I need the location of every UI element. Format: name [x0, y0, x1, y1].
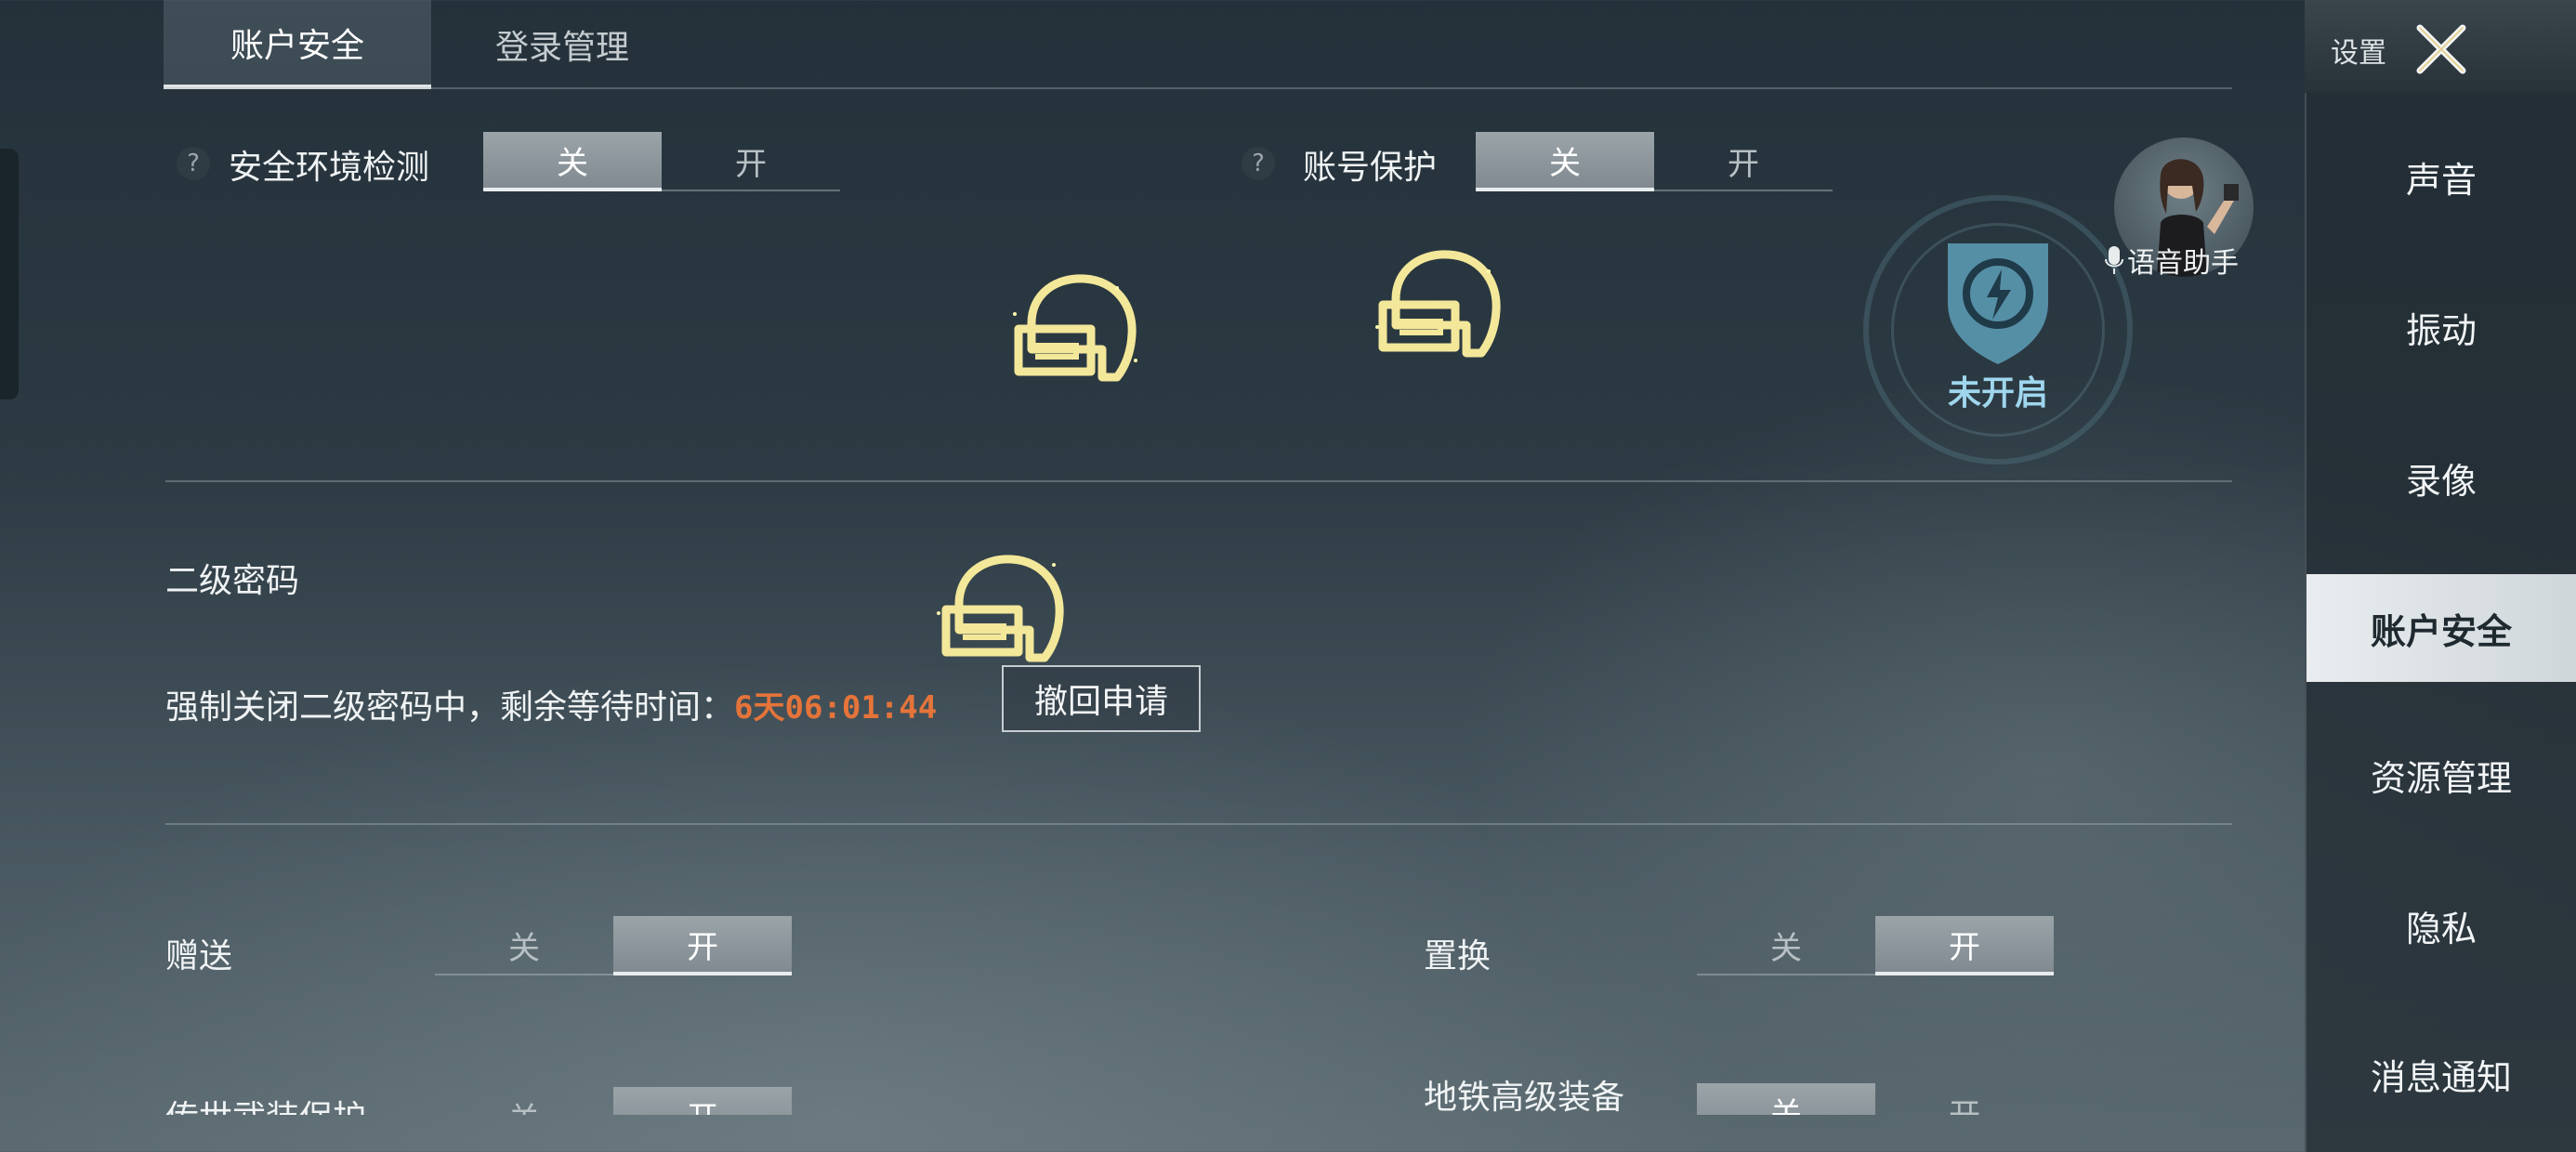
- sidebar-item-vibration[interactable]: 振动: [2307, 273, 2576, 381]
- exchange-label: 置换: [1424, 937, 1492, 975]
- sidebar-item-notifications[interactable]: 消息通知: [2307, 1020, 2576, 1128]
- screen-edge-notch: [0, 149, 19, 399]
- account-protection-label: 账号保护: [1303, 149, 1438, 187]
- metro-advanced-gear-toggle[interactable]: 关 开: [1697, 1083, 2054, 1115]
- security-env-help-icon[interactable]: ?: [177, 147, 210, 180]
- sidebar-item-resource-management[interactable]: 资源管理: [2307, 721, 2576, 829]
- exchange-off-option[interactable]: 关: [1697, 916, 1875, 975]
- account-protection-off-option[interactable]: 关: [1476, 132, 1654, 191]
- section-divider: [165, 823, 2232, 825]
- secondary-password-status-text: 强制关闭二级密码中，剩余等待时间：: [165, 688, 735, 727]
- sidebar-item-privacy[interactable]: 隐私: [2307, 871, 2576, 979]
- shield-status-text: 未开启: [1947, 374, 2048, 412]
- close-icon: [2416, 24, 2466, 74]
- sidebar-item-sound[interactable]: 声音: [2307, 123, 2576, 230]
- voice-assistant-label: 语音助手: [2127, 247, 2239, 280]
- metro-advanced-gear-label: 地铁高级装备: [1424, 1079, 1625, 1117]
- section-divider: [165, 480, 2232, 482]
- security-env-label: 安全环境检测: [229, 149, 430, 187]
- bottom-clipped-row: 传世武装保护 关 开 关 开: [0, 1059, 2305, 1115]
- legendary-weapon-off-option[interactable]: 关: [435, 1087, 613, 1116]
- security-env-on-option[interactable]: 开: [662, 132, 840, 191]
- gift-label: 赠送: [165, 937, 233, 975]
- gift-toggle[interactable]: 关 开: [435, 916, 792, 975]
- security-env-toggle[interactable]: 关 开: [483, 132, 840, 191]
- exchange-on-option[interactable]: 开: [1875, 916, 2054, 975]
- gold-helmet-icon: [1375, 250, 1501, 358]
- legendary-weapon-protection-toggle[interactable]: 关 开: [435, 1087, 792, 1115]
- secondary-password-title: 二级密码: [165, 562, 300, 600]
- voice-assistant-button[interactable]: 语音助手: [2105, 240, 2239, 281]
- gift-on-option[interactable]: 开: [613, 916, 792, 975]
- tab-bar-divider: [164, 87, 2232, 89]
- account-protection-toggle[interactable]: 关 开: [1476, 132, 1833, 191]
- gold-helmet-icon: [1013, 274, 1137, 382]
- tab-account-security[interactable]: 账户安全: [164, 0, 431, 89]
- sidebar-item-recording[interactable]: 录像: [2307, 424, 2576, 531]
- account-protection-on-option[interactable]: 开: [1654, 132, 1833, 191]
- countdown-timer: 6天06:01:44: [734, 689, 938, 727]
- settings-title: 设置: [2331, 37, 2386, 70]
- sidebar-item-account-security[interactable]: 账户安全: [2307, 574, 2576, 682]
- shield-lightning-icon: [1948, 243, 2048, 364]
- metro-gear-on-option[interactable]: 开: [1875, 1083, 2054, 1116]
- legendary-weapon-on-option[interactable]: 开: [613, 1087, 792, 1115]
- account-protection-help-icon[interactable]: ?: [1242, 147, 1275, 180]
- close-button[interactable]: [2409, 17, 2474, 82]
- metro-gear-off-option[interactable]: 关: [1697, 1083, 1875, 1115]
- exchange-toggle[interactable]: 关 开: [1697, 916, 2054, 975]
- mic-icon: [2105, 246, 2123, 274]
- security-env-off-option[interactable]: 关: [483, 132, 662, 191]
- secondary-password-status: 强制关闭二级密码中，剩余等待时间：6天06:01:44: [165, 680, 937, 728]
- gold-helmet-icon: [937, 555, 1064, 662]
- gift-off-option[interactable]: 关: [435, 916, 613, 975]
- legendary-weapon-protection-label: 传世武装保护: [165, 1091, 366, 1115]
- revoke-request-button[interactable]: 撤回申请: [1002, 665, 1201, 732]
- tab-login-management[interactable]: 登录管理: [446, 0, 678, 89]
